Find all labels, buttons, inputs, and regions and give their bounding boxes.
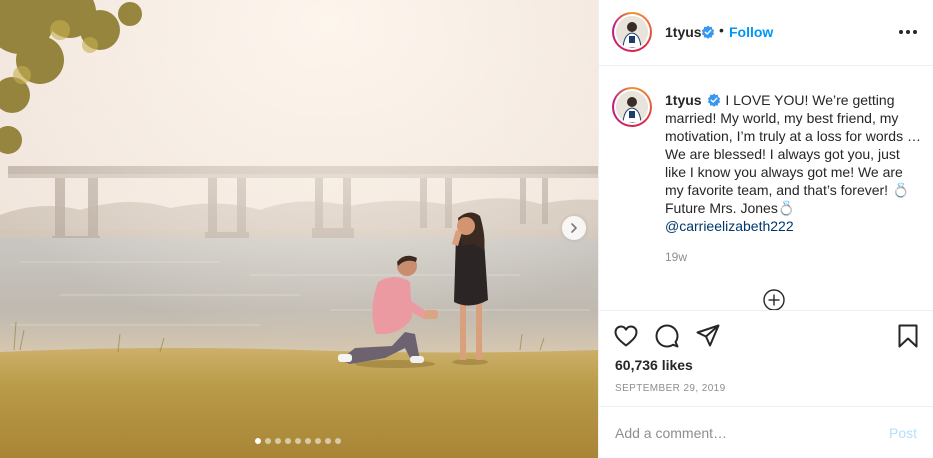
follow-button[interactable]: Follow bbox=[729, 24, 773, 40]
caption-username-link[interactable]: 1tyus bbox=[665, 92, 702, 108]
comment-bubble-icon[interactable] bbox=[654, 323, 680, 349]
plus-circle-icon[interactable] bbox=[763, 289, 785, 311]
caption-avatar[interactable] bbox=[612, 87, 652, 127]
carousel-dot bbox=[265, 438, 271, 444]
carousel-dot bbox=[305, 438, 311, 444]
post-date[interactable]: SEPTEMBER 29, 2019 bbox=[615, 383, 726, 394]
more-options-icon[interactable] bbox=[899, 30, 919, 36]
carousel-dot bbox=[335, 438, 341, 444]
carousel-indicator bbox=[255, 438, 341, 444]
profile-picture-icon bbox=[616, 91, 648, 123]
carousel-dot bbox=[275, 438, 281, 444]
carousel-dot bbox=[295, 438, 301, 444]
post-photo[interactable] bbox=[0, 0, 598, 458]
verified-badge-icon bbox=[701, 25, 715, 39]
username-link[interactable]: 1tyus bbox=[665, 24, 702, 40]
caption-section: 1tyus I LOVE YOU! We’re getting married!… bbox=[599, 67, 933, 311]
carousel-dot bbox=[285, 438, 291, 444]
mention-link[interactable]: @carrieelizabeth222 bbox=[665, 218, 794, 234]
carousel-dot bbox=[315, 438, 321, 444]
proposal-photo-scene bbox=[0, 0, 598, 458]
post-actions: 60,736 likes SEPTEMBER 29, 2019 bbox=[599, 310, 933, 406]
heart-icon[interactable] bbox=[613, 323, 639, 349]
comment-input[interactable] bbox=[615, 422, 865, 444]
avatar[interactable] bbox=[612, 12, 652, 52]
post-side-panel: 1tyus • Follow 1tyus I LOVE YOU! We’re g… bbox=[598, 0, 933, 458]
verified-badge-icon bbox=[708, 93, 721, 107]
post-age: 19w bbox=[665, 250, 688, 264]
bookmark-icon[interactable] bbox=[895, 323, 921, 349]
next-slide-button[interactable] bbox=[562, 216, 586, 240]
header-separator: • bbox=[719, 22, 724, 38]
comment-box: Post bbox=[599, 406, 933, 458]
post-comment-button[interactable]: Post bbox=[889, 425, 917, 441]
profile-picture-icon bbox=[616, 16, 648, 48]
post-caption: 1tyus I LOVE YOU! We’re getting married!… bbox=[665, 91, 923, 235]
paper-plane-icon[interactable] bbox=[695, 323, 721, 349]
post-header: 1tyus • Follow bbox=[599, 0, 933, 66]
likes-count[interactable]: 60,736 likes bbox=[615, 357, 693, 373]
chevron-right-icon bbox=[571, 223, 577, 233]
carousel-dot bbox=[255, 438, 261, 444]
carousel-dot bbox=[325, 438, 331, 444]
caption-text: I LOVE YOU! We’re getting married! My wo… bbox=[665, 92, 921, 216]
